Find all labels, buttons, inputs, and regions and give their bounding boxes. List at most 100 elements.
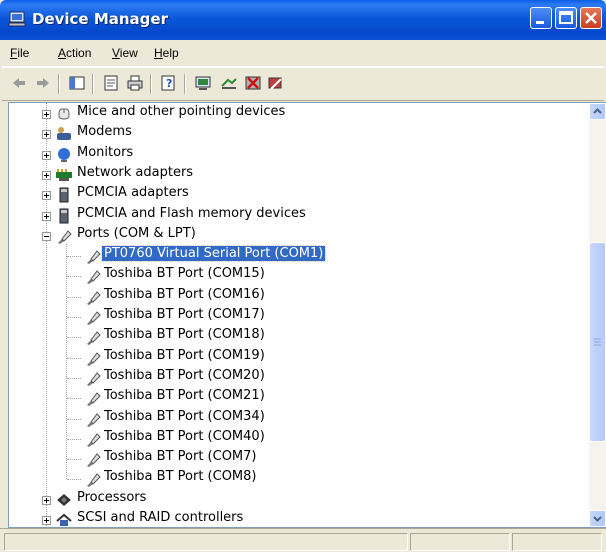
close-button[interactable]: [580, 7, 602, 29]
modem-icon: [57, 127, 71, 140]
toolbar-separator: [150, 74, 152, 94]
maximize-icon: [559, 11, 573, 24]
chevron-down-icon: [593, 516, 602, 522]
forward-arrow-icon[interactable]: [34, 74, 52, 92]
tree-guide-line: [67, 337, 81, 338]
tree-guide-line: [67, 419, 81, 420]
tree-device-selected[interactable]: PT0760 Virtual Serial Port (COM1): [9, 245, 569, 266]
tree-category[interactable]: Network adapters: [9, 165, 569, 185]
tree-device[interactable]: Toshiba BT Port (COM18): [9, 327, 569, 347]
port-connector-icon: [87, 331, 101, 345]
menu-file-rest: ile: [17, 46, 30, 60]
expand-plus-icon[interactable]: [42, 191, 51, 200]
tree-category[interactable]: Mice and other pointing devices: [9, 104, 569, 124]
title-bar[interactable]: Device Manager: [0, 0, 606, 40]
processor-icon: [57, 494, 71, 506]
tree-item-label: Toshiba BT Port (COM40): [104, 429, 265, 444]
scroll-up-button[interactable]: [589, 103, 606, 120]
port-connector-icon: [87, 433, 101, 447]
tree-category[interactable]: Processors: [9, 490, 569, 510]
tree-guide-line: [67, 358, 81, 359]
port-connector-icon: [87, 372, 101, 386]
expand-plus-icon[interactable]: [42, 151, 51, 160]
tree-device[interactable]: Toshiba BT Port (COM21): [9, 388, 569, 408]
vertical-scrollbar[interactable]: [589, 103, 606, 527]
tree-device[interactable]: Toshiba BT Port (COM15): [9, 266, 569, 286]
port-connector-icon: [87, 392, 101, 406]
menu-view[interactable]: View: [112, 46, 138, 60]
status-cell: [4, 533, 408, 551]
tree-category[interactable]: PCMCIA adapters: [9, 185, 569, 205]
toolbar: ?: [2, 67, 604, 101]
tree-item-label: Toshiba BT Port (COM19): [104, 348, 265, 363]
tree-category-ports[interactable]: Ports (COM & LPT): [9, 226, 569, 246]
menu-action-rest: ction: [66, 46, 92, 60]
port-connector-icon: [58, 230, 72, 244]
tree-item-label: Toshiba BT Port (COM15): [104, 266, 265, 281]
tree-device[interactable]: Toshiba BT Port (COM8): [9, 469, 569, 489]
expand-plus-icon[interactable]: [42, 496, 51, 505]
tree-device[interactable]: Toshiba BT Port (COM20): [9, 368, 569, 388]
back-arrow-icon[interactable]: [10, 74, 28, 92]
device-manager-window: Device Manager File Action View Help ? M…: [0, 0, 606, 552]
device-tree-pane[interactable]: Mice and other pointing devices Modems Mon…: [8, 102, 606, 528]
tree-item-label: Network adapters: [77, 165, 194, 180]
tree-category[interactable]: Modems: [9, 124, 569, 144]
tree-item-label: Toshiba BT Port (COM20): [104, 368, 265, 383]
menu-file[interactable]: File: [10, 46, 29, 60]
tree-category[interactable]: PCMCIA and Flash memory devices: [9, 206, 569, 226]
scroll-down-button[interactable]: [589, 510, 606, 527]
tree-item-label: Toshiba BT Port (COM17): [104, 307, 265, 322]
menu-view-mnemonic: V: [112, 46, 120, 60]
scsi-icon: [56, 513, 72, 526]
expand-plus-icon[interactable]: [42, 212, 51, 221]
tree-device[interactable]: Toshiba BT Port (COM34): [9, 409, 569, 429]
tree-item-label: Toshiba BT Port (COM18): [104, 327, 265, 342]
tree-guide-line: [67, 459, 81, 460]
disable-device-icon[interactable]: [244, 74, 262, 92]
monitor-icon: [58, 148, 70, 162]
tree-device[interactable]: Toshiba BT Port (COM19): [9, 348, 569, 368]
network-adapter-icon: [56, 169, 72, 181]
collapse-minus-icon[interactable]: [42, 232, 51, 241]
tree-item-label: Toshiba BT Port (COM34): [104, 409, 265, 424]
tree-device[interactable]: Toshiba BT Port (COM17): [9, 307, 569, 327]
menu-help[interactable]: Help: [154, 46, 179, 60]
print-icon[interactable]: [126, 74, 144, 92]
tree-item-label: Toshiba BT Port (COM8): [104, 469, 257, 484]
expand-plus-icon[interactable]: [42, 516, 51, 525]
tree-device[interactable]: Toshiba BT Port (COM16): [9, 287, 569, 307]
tree-item-label: Mice and other pointing devices: [77, 104, 286, 119]
window-title: Device Manager: [32, 10, 168, 28]
toolbar-separator: [58, 74, 60, 94]
tree-guide-line: [67, 317, 81, 318]
port-connector-icon: [87, 453, 101, 467]
tree-item-label: PCMCIA adapters: [77, 185, 189, 200]
maximize-button[interactable]: [555, 7, 577, 29]
menu-bar: File Action View Help: [2, 40, 604, 67]
expand-plus-icon[interactable]: [42, 110, 51, 119]
tree-guide-line: [67, 439, 81, 440]
uninstall-device-icon[interactable]: [266, 74, 284, 92]
tree-device[interactable]: Toshiba BT Port (COM40): [9, 429, 569, 449]
minimize-button[interactable]: [530, 7, 552, 29]
menu-action-mnemonic: A: [58, 46, 67, 60]
status-bar: [0, 528, 606, 552]
scan-hardware-icon[interactable]: [194, 74, 212, 92]
computer-icon: [8, 11, 26, 27]
expand-plus-icon[interactable]: [42, 130, 51, 139]
tree-category[interactable]: Monitors: [9, 145, 569, 165]
tree-category[interactable]: SCSI and RAID controllers: [9, 510, 569, 527]
update-driver-icon[interactable]: [220, 74, 238, 92]
properties-icon[interactable]: [102, 74, 120, 92]
expand-plus-icon[interactable]: [42, 171, 51, 180]
port-connector-icon: [87, 250, 101, 264]
console-tree-icon[interactable]: [68, 74, 86, 92]
menu-action[interactable]: Action: [58, 46, 91, 60]
tree-item-label: Processors: [77, 490, 147, 505]
help-icon[interactable]: ?: [160, 74, 178, 92]
scrollbar-thumb[interactable]: [589, 242, 606, 442]
tree-device[interactable]: Toshiba BT Port (COM7): [9, 449, 569, 469]
device-tree[interactable]: Mice and other pointing devices Modems Mon…: [9, 103, 589, 527]
menu-help-rest: elp: [162, 46, 179, 60]
